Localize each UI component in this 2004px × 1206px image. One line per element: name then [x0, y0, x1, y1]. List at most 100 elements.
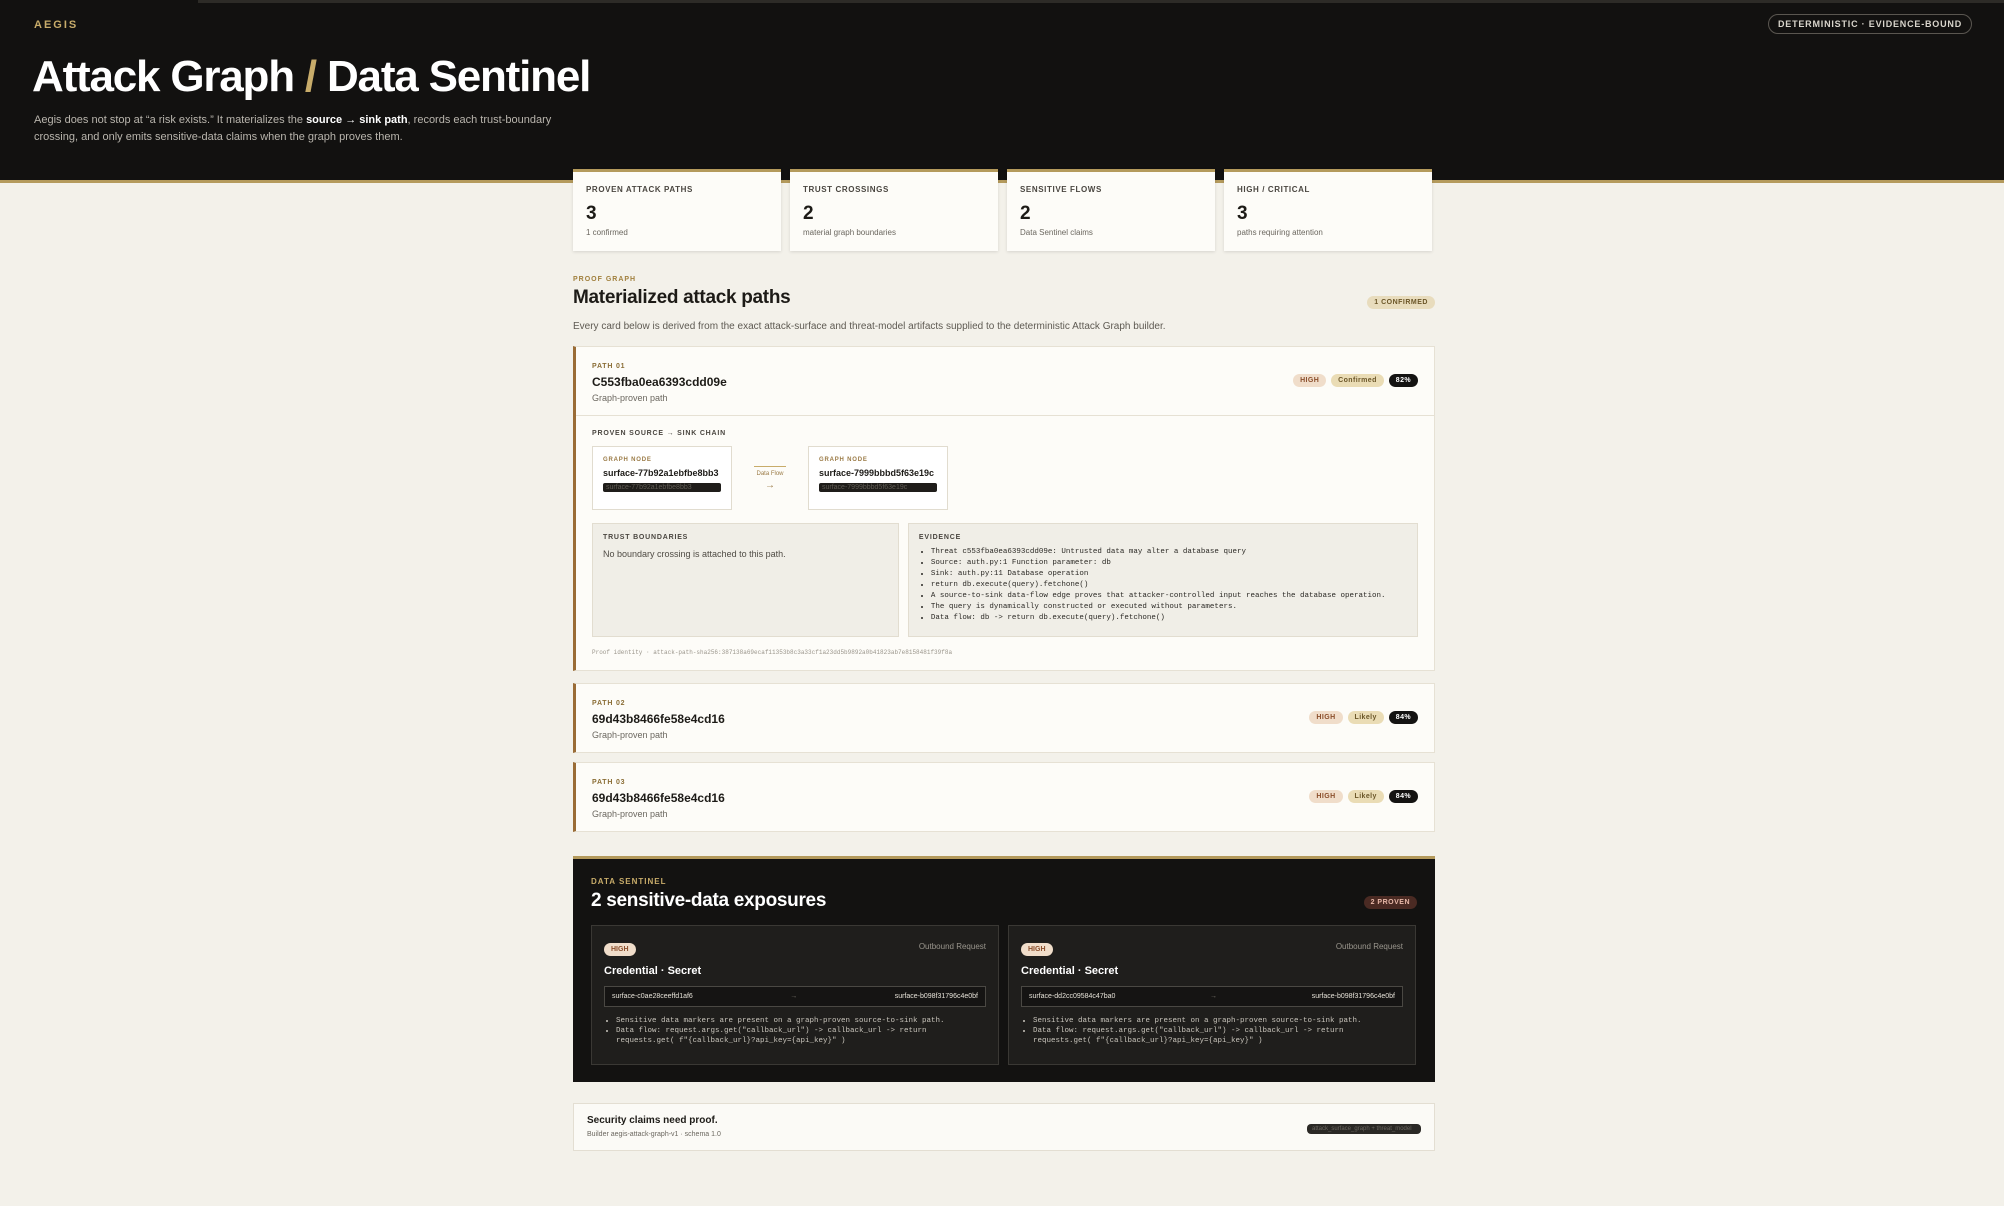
stat-note: material graph boundaries [803, 228, 896, 237]
severity-badge: HIGH [604, 943, 636, 956]
stat-card-trust-crossings: TRUST CROSSINGS 2 material graph boundar… [790, 169, 998, 251]
stat-note: 1 confirmed [586, 228, 628, 237]
node-label: GRAPH NODE [819, 457, 868, 463]
exposure-flow: surface-c0ae28ceeffd1af6 → surface-b098f… [604, 986, 986, 1007]
evidence-item: Sensitive data markers are present on a … [616, 1016, 986, 1026]
exposure-kind: Outbound Request [1335, 942, 1403, 951]
exposure-title: Credential · Secret [1021, 965, 1119, 977]
node-name: surface-7999bbbd5f63e19c [819, 468, 935, 478]
source-sink-chain: GRAPH NODE surface-77b92a1ebfbe8bb3 surf… [592, 446, 1418, 510]
title-data-sentinel: Data Sentinel [326, 52, 591, 101]
flow-source: surface-c0ae28ceeffd1af6 [612, 993, 693, 1000]
stat-card-high-critical: HIGH / CRITICAL 3 paths requiring attent… [1224, 169, 1432, 251]
score-badge: 84% [1388, 711, 1418, 724]
stat-value: 2 [1020, 203, 1031, 224]
data-sentinel-section: DATA SENTINEL 2 sensitive-data exposures… [573, 856, 1435, 1082]
score-badge: 84% [1388, 790, 1418, 803]
box-label: EVIDENCE [918, 534, 962, 541]
top-divider [198, 0, 2004, 3]
status-badge: Confirmed [1331, 374, 1384, 387]
proven-count-badge: 2 PROVEN [1363, 896, 1417, 909]
exposure-flow: surface-dd2cc09584c47ba0 → surface-b098f… [1021, 986, 1403, 1007]
data-flow-edge: Data Flow → [732, 465, 808, 491]
exposure-card-1[interactable]: HIGH Outbound Request Credential · Secre… [591, 925, 999, 1065]
node-id-tag: surface-77b92a1ebfbe8bb3 [603, 483, 721, 492]
exposure-evidence-list: Sensitive data markers are present on a … [604, 1016, 986, 1046]
page-subtitle: Aegis does not stop at “a risk exists.” … [34, 112, 594, 146]
chain-label: PROVEN SOURCE → SINK CHAIN [592, 430, 726, 437]
path-number: PATH 01 [592, 363, 626, 370]
page-title: Attack Graph / Data Sentinel [32, 52, 591, 102]
path-header[interactable]: PATH 02 69d43b8466fe58e4cd16 Graph-prove… [576, 684, 1434, 752]
exposure-title: Credential · Secret [604, 965, 702, 977]
severity-badge: HIGH [1309, 711, 1343, 724]
trust-boundaries-box: TRUST BOUNDARIES No boundary crossing is… [592, 523, 899, 637]
arrow-right-icon: → [1210, 993, 1218, 1000]
path-badges: HIGH Likely 84% [1309, 790, 1418, 803]
evidence-item: Sensitive data markers are present on a … [1033, 1016, 1403, 1026]
proof-graph-section: PROOF GRAPH Materialized attack paths 1 … [573, 276, 1435, 332]
evidence-item: Data flow: db -> return db.execute(query… [931, 613, 1407, 624]
evidence-item: A source-to-sink data-flow edge proves t… [931, 591, 1407, 602]
flow-sink: surface-b098f31796c4e0bf [894, 993, 978, 1000]
section-eyebrow: PROOF GRAPH [573, 276, 637, 283]
evidence-list: Threat c553fba0ea6393cdd09e: Untrusted d… [919, 547, 1407, 624]
exposure-evidence-list: Sensitive data markers are present on a … [1021, 1016, 1403, 1046]
path-header[interactable]: PATH 01 C553fba0ea6393cdd09e Graph-prove… [576, 347, 1434, 415]
graph-node-source[interactable]: GRAPH NODE surface-77b92a1ebfbe8bb3 surf… [592, 446, 732, 510]
flow-sink: surface-b098f31796c4e0bf [1311, 993, 1395, 1000]
attack-path-card-1[interactable]: PATH 01 C553fba0ea6393cdd09e Graph-prove… [573, 346, 1435, 671]
stat-value: 3 [1237, 203, 1248, 224]
severity-badge: HIGH [1309, 790, 1343, 803]
attack-path-card-2[interactable]: PATH 02 69d43b8466fe58e4cd16 Graph-prove… [573, 683, 1435, 753]
graph-node-sink[interactable]: GRAPH NODE surface-7999bbbd5f63e19c surf… [808, 446, 948, 510]
footer-subtitle: Builder aegis-attack-graph-v1 · schema 1… [587, 1131, 721, 1138]
evidence-item: return db.execute(query).fetchone() [931, 580, 1407, 591]
stat-label: SENSITIVE FLOWS [1020, 185, 1102, 194]
path-subtitle: Graph-proven path [592, 730, 668, 740]
subtitle-part-1: Aegis does not stop at “a risk exists.” … [34, 114, 307, 126]
evidence-item: Source: auth.py:1 Function parameter: db [931, 558, 1407, 569]
evidence-item: Data flow: request.args.get("callback_ur… [1033, 1026, 1403, 1046]
path-details: PROVEN SOURCE → SINK CHAIN GRAPH NODE su… [576, 415, 1434, 670]
section-title: Materialized attack paths [573, 287, 791, 308]
footer-artifact-tag: attack_surface_graph + threat_model [1307, 1124, 1421, 1134]
stat-label: PROVEN ATTACK PATHS [586, 185, 693, 194]
footer-card: Security claims need proof. Builder aegi… [573, 1103, 1435, 1151]
node-label: GRAPH NODE [603, 457, 652, 463]
edge-label: Data Flow [756, 470, 784, 477]
path-header[interactable]: PATH 03 69d43b8466fe58e4cd16 Graph-prove… [576, 763, 1434, 831]
path-number: PATH 03 [592, 779, 626, 786]
stat-note: Data Sentinel claims [1020, 228, 1093, 237]
path-id: 69d43b8466fe58e4cd16 [592, 791, 725, 805]
exposure-card-2[interactable]: HIGH Outbound Request Credential · Secre… [1008, 925, 1416, 1065]
path-badges: HIGH Likely 84% [1309, 711, 1418, 724]
edge-line [754, 465, 786, 467]
stat-card-sensitive-flows: SENSITIVE FLOWS 2 Data Sentinel claims [1007, 169, 1215, 251]
stat-label: HIGH / CRITICAL [1237, 185, 1310, 194]
stat-value: 3 [586, 203, 597, 224]
title-attack-graph: Attack Graph [32, 52, 295, 101]
proof-identity: Proof identity · attack-path-sha256:3871… [592, 649, 953, 656]
brand-logo: AEGIS [34, 19, 79, 31]
evidence-item: Data flow: request.args.get("callback_ur… [616, 1026, 986, 1046]
node-id-tag: surface-7999bbbd5f63e19c [819, 483, 937, 492]
stat-value: 2 [803, 203, 814, 224]
section-eyebrow: DATA SENTINEL [591, 877, 667, 886]
arrow-right-icon: → [765, 479, 775, 491]
box-label: TRUST BOUNDARIES [603, 534, 689, 541]
severity-badge: HIGH [1021, 943, 1053, 956]
path-subtitle: Graph-proven path [592, 393, 668, 403]
stat-card-proven-paths: PROVEN ATTACK PATHS 3 1 confirmed [573, 169, 781, 251]
subtitle-emphasis: source → sink path [306, 114, 408, 126]
exposure-grid: HIGH Outbound Request Credential · Secre… [591, 925, 1416, 1065]
evidence-box: EVIDENCE Threat c553fba0ea6393cdd09e: Un… [907, 523, 1418, 637]
mode-badge: DETERMINISTIC · EVIDENCE-BOUND [1767, 14, 1972, 34]
status-badge: Likely [1347, 711, 1384, 724]
path-subtitle: Graph-proven path [592, 809, 668, 819]
evidence-item: The query is dynamically constructed or … [931, 602, 1407, 613]
score-badge: 82% [1388, 374, 1418, 387]
stat-note: paths requiring attention [1237, 228, 1323, 237]
evidence-item: Threat c553fba0ea6393cdd09e: Untrusted d… [931, 547, 1407, 558]
attack-path-card-3[interactable]: PATH 03 69d43b8466fe58e4cd16 Graph-prove… [573, 762, 1435, 832]
